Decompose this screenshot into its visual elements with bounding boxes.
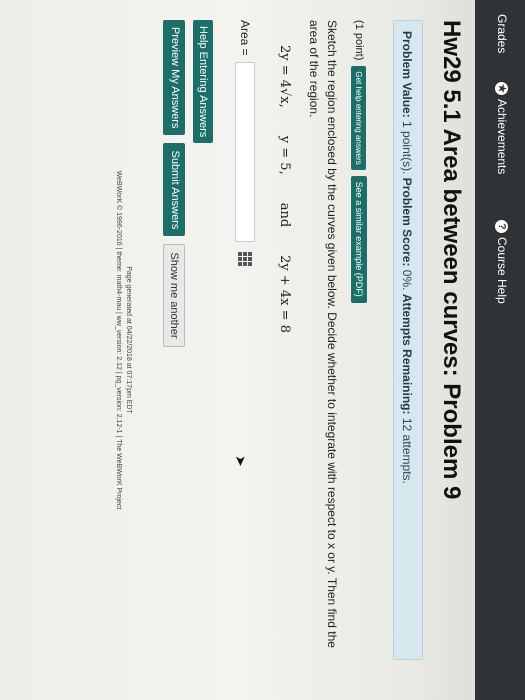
- nav-grades-label: Grades: [495, 14, 509, 54]
- problem-value: 1 point(s).: [400, 121, 414, 175]
- problem-score: 0%.: [400, 269, 414, 291]
- nav-grades[interactable]: Grades: [495, 14, 509, 53]
- star-icon: ★: [495, 82, 509, 95]
- preview-answers-button[interactable]: Preview My Answers: [163, 20, 185, 136]
- equation-and: and: [277, 202, 292, 228]
- nav-achievements[interactable]: ★ Achievements: [495, 82, 509, 174]
- attempts-remaining: 12 attempts.: [400, 417, 414, 484]
- get-help-button[interactable]: Get help entering answers: [351, 66, 367, 170]
- equation-1: 2y = 4√x,: [277, 45, 292, 108]
- webwork-page: Grades ★ Achievements ? Course Help Hw29…: [0, 0, 525, 700]
- area-input[interactable]: [235, 61, 255, 242]
- problem-header-row: (1 point) Get help entering answers See …: [351, 20, 367, 303]
- nav-course-help-label: Course Help: [495, 237, 509, 304]
- screen-photo: Grades ★ Achievements ? Course Help Hw29…: [0, 0, 525, 700]
- equations: 2y = 4√x, y = 5, and 2y + 4x = 8: [277, 45, 292, 333]
- nav-course-help[interactable]: ? Course Help: [495, 220, 509, 304]
- attempts-label: Attempts Remaining:: [400, 293, 414, 415]
- footer-credits: WeBWorK © 1996-2016 | theme: math4-mau |…: [115, 170, 122, 510]
- page-title: Hw29 5.1 Area between curves: Problem 9: [438, 20, 465, 500]
- mouse-cursor-icon: ➤: [233, 455, 249, 467]
- action-buttons: Preview My Answers Submit Answers Show m…: [163, 20, 185, 347]
- nav-achievements-label: Achievements: [495, 99, 509, 175]
- equation-3: 2y + 4x = 8: [277, 255, 292, 333]
- question-icon: ?: [495, 220, 509, 233]
- problem-info-bar: Problem Value: 1 point(s). Problem Score…: [393, 20, 423, 660]
- problem-value-label: Problem Value:: [400, 31, 414, 118]
- submit-answers-button[interactable]: Submit Answers: [163, 143, 185, 237]
- footer-generated: Page generated at 04/22/2018 at 07:17pm …: [125, 266, 132, 414]
- similar-example-button[interactable]: See a similar example (PDF): [351, 175, 367, 303]
- problem-instruction: Sketch the region enclosed by the curves…: [307, 20, 339, 648]
- area-answer-row: Area =: [235, 20, 255, 266]
- problem-score-label: Problem Score:: [400, 177, 414, 267]
- equation-2: y = 5,: [277, 135, 292, 175]
- show-another-button[interactable]: Show me another: [163, 244, 185, 347]
- top-nav: Grades ★ Achievements ? Course Help: [475, 0, 525, 700]
- page-footer: Page generated at 04/22/2018 at 07:17pm …: [113, 20, 133, 660]
- points-label: (1 point): [353, 20, 365, 61]
- help-entering-answers-button[interactable]: Help Entering Answers: [193, 20, 213, 144]
- area-label: Area =: [238, 20, 252, 56]
- equation-editor-icon[interactable]: [238, 251, 252, 266]
